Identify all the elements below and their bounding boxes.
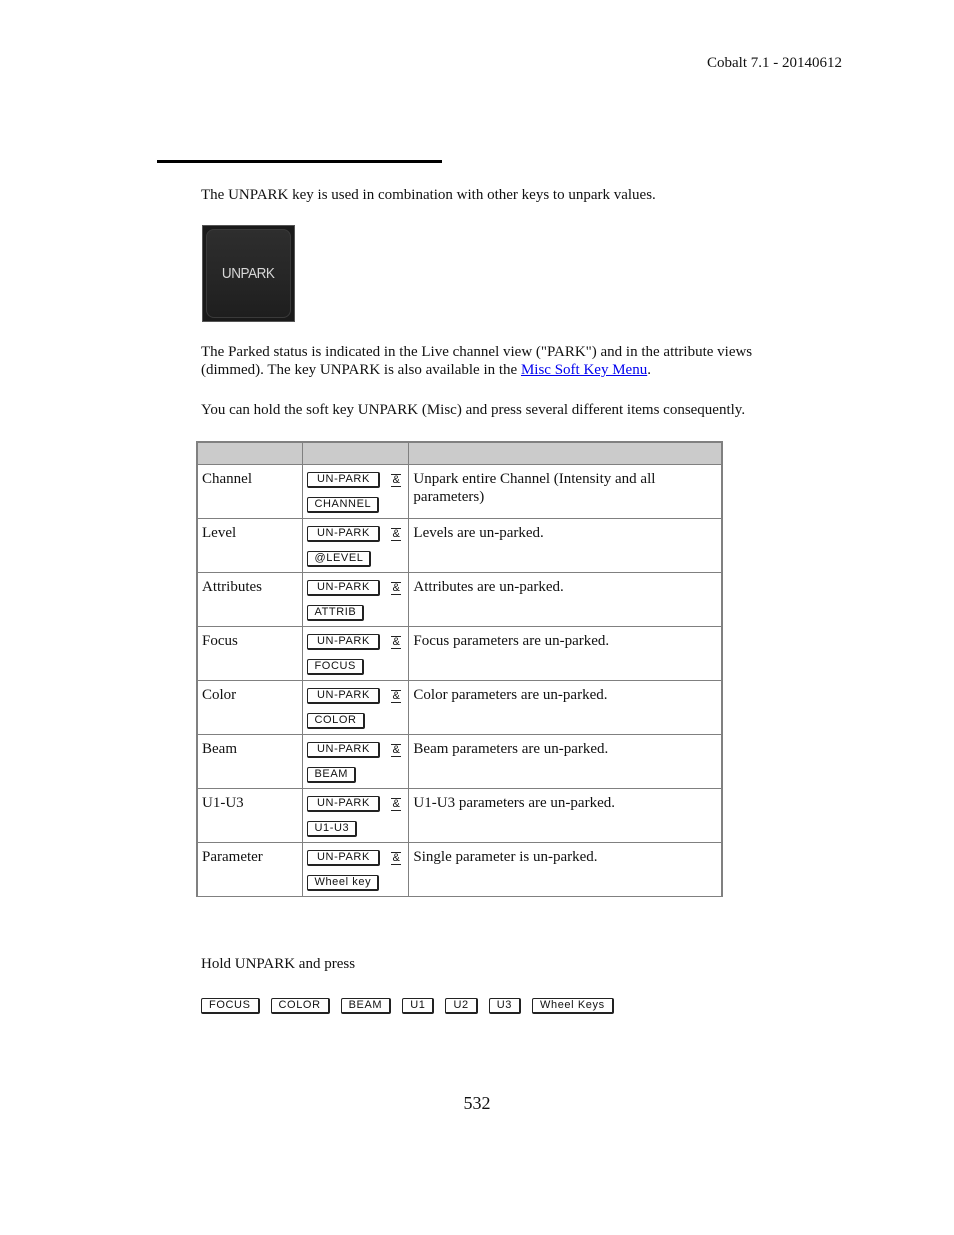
item-label: U1-U3 bbox=[202, 795, 244, 811]
target-key: BEAM bbox=[307, 767, 357, 783]
item-cell: U1-U3 bbox=[196, 788, 304, 843]
unpark-key: UN-PARK bbox=[307, 526, 381, 542]
item-label: Color bbox=[202, 687, 237, 703]
description-cell: Focus parameters are un-parked. bbox=[408, 626, 723, 681]
item-cell: Level bbox=[196, 518, 304, 573]
table-header-cell bbox=[196, 441, 304, 465]
target-key: Wheel key bbox=[307, 875, 380, 891]
document-version: Cobalt 7.1 - 20140612 bbox=[707, 55, 842, 71]
item-label: Level bbox=[202, 525, 237, 541]
and-connector: & bbox=[391, 635, 401, 649]
key-u3: U3 bbox=[488, 998, 521, 1014]
unpark-key: UN-PARK bbox=[307, 850, 381, 866]
description-text: Unpark entire Channel (Intensity and all… bbox=[413, 471, 656, 505]
description-cell: Beam parameters are un-parked. bbox=[408, 734, 723, 789]
item-cell: Beam bbox=[196, 734, 304, 789]
table-header-cell bbox=[408, 441, 723, 465]
target-key: U1-U3 bbox=[307, 821, 358, 837]
table-row: Focus UN-PARK & FOCUS Focus parameters are u… bbox=[196, 626, 723, 681]
item-cell: Parameter bbox=[196, 842, 304, 897]
key-focus: FOCUS bbox=[201, 998, 260, 1014]
description-text: Attributes are un-parked. bbox=[413, 579, 564, 595]
description-cell: Attributes are un-parked. bbox=[408, 572, 723, 627]
table-header-cell bbox=[302, 441, 410, 465]
key-u1: U1 bbox=[402, 998, 435, 1014]
item-label: Beam bbox=[202, 741, 237, 757]
section-rule bbox=[157, 160, 442, 163]
item-label: Channel bbox=[202, 471, 252, 487]
unpark-key: UN-PARK bbox=[307, 634, 381, 650]
table-body: Channel UN-PARK & CHANNEL Unpark entire Chan… bbox=[196, 464, 723, 897]
description-text: Levels are un-parked. bbox=[413, 525, 544, 541]
description-text: Color parameters are un-parked. bbox=[413, 687, 608, 703]
hold-press-text: Hold UNPARK and press bbox=[201, 956, 356, 972]
target-key: ATTRIB bbox=[307, 605, 365, 621]
unpark-key-label: UNPARK bbox=[222, 265, 275, 282]
hold-soft-key-text: You can hold the soft key UNPARK (Misc) … bbox=[201, 402, 746, 418]
and-connector: & bbox=[391, 473, 401, 487]
table-row: Color UN-PARK & COLOR Color parameters are u… bbox=[196, 680, 723, 735]
key-color: COLOR bbox=[270, 998, 330, 1014]
unpark-key: UN-PARK bbox=[307, 742, 381, 758]
unpark-key-image: UNPARK bbox=[202, 225, 295, 322]
unpark-key: UN-PARK bbox=[307, 580, 381, 596]
table-header-row bbox=[196, 441, 723, 465]
description-cell: Color parameters are un-parked. bbox=[408, 680, 723, 735]
key-combo-cell: UN-PARK & COLOR bbox=[302, 680, 410, 735]
item-cell: Focus bbox=[196, 626, 304, 681]
key-beam: BEAM bbox=[340, 998, 392, 1014]
description-text: U1-U3 parameters are un-parked. bbox=[413, 795, 615, 811]
and-connector: & bbox=[391, 797, 401, 811]
item-label: Parameter bbox=[202, 849, 263, 865]
parked-status-text-before: The Parked status is indicated in the Li… bbox=[201, 344, 753, 378]
page-number: 532 bbox=[463, 1093, 491, 1113]
target-key: @LEVEL bbox=[307, 551, 372, 567]
table-row: Level UN-PARK & @LEVEL Levels are un-parked. bbox=[196, 518, 723, 573]
key-combo-cell: UN-PARK & BEAM bbox=[302, 734, 410, 789]
target-key: FOCUS bbox=[307, 659, 364, 675]
unpark-key: UN-PARK bbox=[307, 472, 381, 488]
table-row: U1-U3 UN-PARK & U1-U3 U1-U3 parameters are u… bbox=[196, 788, 723, 843]
item-label: Attributes bbox=[202, 579, 262, 595]
table-row: Channel UN-PARK & CHANNEL Unpark entire Chan… bbox=[196, 464, 723, 519]
key-combo-cell: UN-PARK & Wheel key bbox=[302, 842, 410, 897]
key-combo-cell: UN-PARK & FOCUS bbox=[302, 626, 410, 681]
hold-press-key-list: FOCUS COLOR BEAM U1 U2 U3 Wheel Keys bbox=[201, 998, 614, 1014]
key-u2: U2 bbox=[445, 998, 478, 1014]
key-combo-cell: UN-PARK & CHANNEL bbox=[302, 464, 410, 519]
key-combo-cell: UN-PARK & @LEVEL bbox=[302, 518, 410, 573]
description-cell: Levels are un-parked. bbox=[408, 518, 723, 573]
item-cell: Color bbox=[196, 680, 304, 735]
and-connector: & bbox=[391, 527, 401, 541]
key-combo-cell: UN-PARK & U1-U3 bbox=[302, 788, 410, 843]
key-combo-cell: UN-PARK & ATTRIB bbox=[302, 572, 410, 627]
unpark-key-face: UNPARK bbox=[206, 229, 291, 318]
parked-status-text: The Parked status is indicated in the Li… bbox=[201, 343, 791, 379]
and-connector: & bbox=[391, 743, 401, 757]
description-text: Beam parameters are un-parked. bbox=[413, 741, 609, 757]
intro-text: The UNPARK key is used in combination wi… bbox=[201, 187, 656, 203]
item-cell: Attributes bbox=[196, 572, 304, 627]
description-cell: Unpark entire Channel (Intensity and all… bbox=[408, 464, 723, 519]
key-wheel-keys: Wheel Keys bbox=[532, 998, 614, 1014]
item-label: Focus bbox=[202, 633, 238, 649]
parked-status-text-after: . bbox=[647, 362, 651, 378]
unpark-key: UN-PARK bbox=[307, 796, 381, 812]
description-cell: Single parameter is un-parked. bbox=[408, 842, 723, 897]
item-cell: Channel bbox=[196, 464, 304, 519]
table-row: Parameter UN-PARK & Wheel key Single paramet… bbox=[196, 842, 723, 897]
description-cell: U1-U3 parameters are un-parked. bbox=[408, 788, 723, 843]
target-key: CHANNEL bbox=[307, 497, 380, 513]
table-row: Attributes UN-PARK & ATTRIB Attributes are u… bbox=[196, 572, 723, 627]
target-key: COLOR bbox=[307, 713, 365, 729]
unpark-key: UN-PARK bbox=[307, 688, 381, 704]
and-connector: & bbox=[391, 689, 401, 703]
misc-soft-key-menu-link[interactable]: Misc Soft Key Menu bbox=[521, 362, 647, 378]
description-text: Focus parameters are un-parked. bbox=[413, 633, 610, 649]
description-text: Single parameter is un-parked. bbox=[413, 849, 598, 865]
unpark-key-table: Channel UN-PARK & CHANNEL Unpark entire Chan… bbox=[196, 441, 723, 897]
and-connector: & bbox=[391, 581, 401, 595]
and-connector: & bbox=[391, 851, 401, 865]
table-row: Beam UN-PARK & BEAM Beam parameters are un-p… bbox=[196, 734, 723, 789]
